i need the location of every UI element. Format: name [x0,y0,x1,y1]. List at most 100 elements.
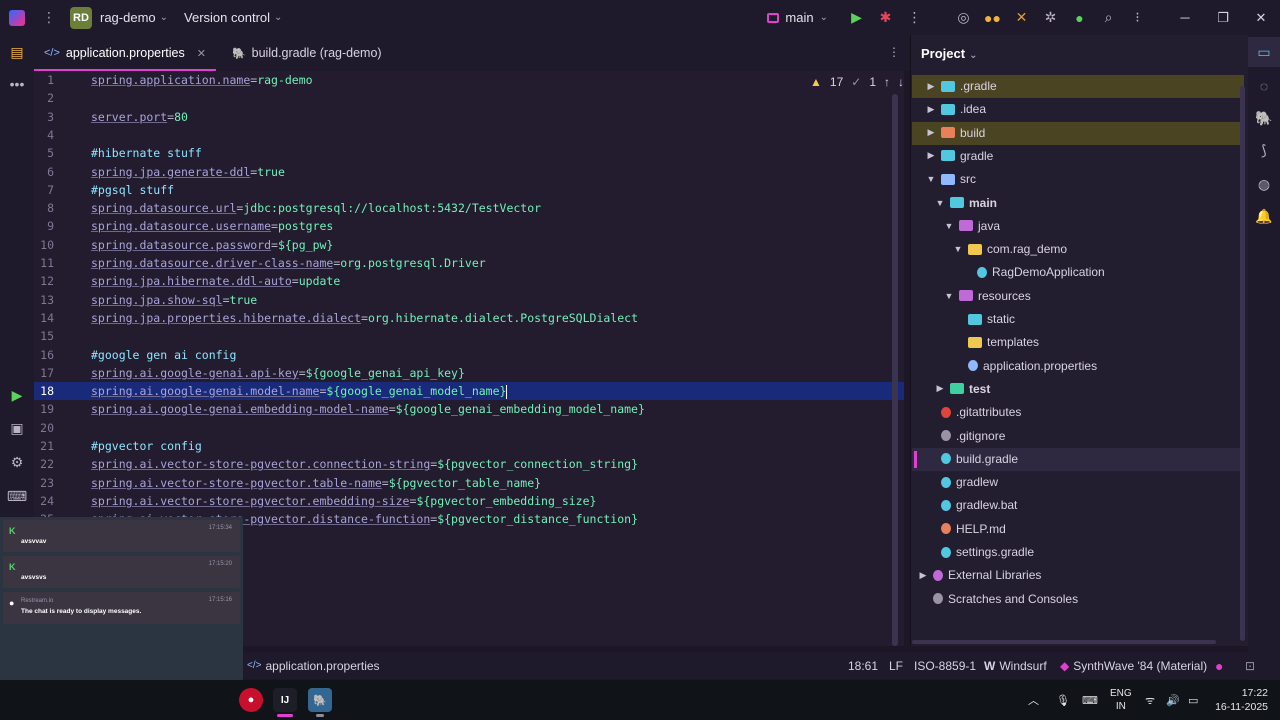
keyboard-icon[interactable]: ⌨ [1082,680,1098,720]
more-actions-icon[interactable]: ⋮ [900,0,929,35]
collapse-arrow-icon[interactable]: ▶ [918,570,928,581]
maximize-button[interactable]: ❐ [1204,0,1242,35]
gradle-tool-icon[interactable]: 🐘 [1248,103,1280,133]
code-line[interactable]: 12 spring.jpa.hibernate.ddl-auto=update [34,272,904,290]
tray-overflow-icon[interactable]: ︿ [1028,680,1039,720]
code-line[interactable]: 18 spring.ai.google-genai.model-name=${go… [34,382,904,401]
project-tree-item[interactable]: HELP.md [926,518,1006,540]
project-tree-item[interactable]: ▶ gradle [926,145,994,167]
project-tree-item[interactable]: ▼ main [935,192,997,214]
expand-arrow-icon[interactable]: ▼ [944,291,954,301]
collapse-arrow-icon[interactable]: ▶ [926,127,936,138]
copilot-icon[interactable]: ◍ [1248,169,1280,199]
tabs-menu-icon[interactable]: ⋮ [888,45,900,59]
app-icon-recorder[interactable]: ● [239,688,263,712]
project-view-icon[interactable]: ▤ [0,37,34,67]
tab-application-properties[interactable]: </> application.properties ✕ [34,35,216,71]
code-line[interactable]: 23 spring.ai.vector-store-pgvector.table-… [34,474,904,492]
services-icon[interactable]: ⚙ [0,447,34,477]
python-icon[interactable]: ⟆ [1248,135,1280,165]
notification-card[interactable]: ● Restream.io 17:15:16 The chat is ready… [3,592,240,624]
project-tree-item[interactable]: gradlew.bat [926,494,1017,516]
project-scrollbar[interactable] [1240,86,1245,641]
project-tree-item[interactable]: ▶ build [926,122,986,144]
main-menu-icon[interactable]: ⋮ [34,9,64,26]
project-tree-item[interactable]: ▼ java [944,215,1000,237]
notifications-icon[interactable]: 🔔 [1248,201,1280,231]
minimize-button[interactable]: ─ [1166,0,1204,35]
code-line[interactable]: 19 spring.ai.google-genai.embedding-model… [34,400,904,418]
project-horizontal-scrollbar[interactable] [912,640,1216,644]
volume-icon[interactable]: 🔊 [1166,680,1180,720]
code-line[interactable]: 8 spring.datasource.url=jdbc:postgresql:/… [34,199,904,217]
code-line[interactable]: 21 #pgvector config [34,437,904,455]
code-line[interactable]: 24 spring.ai.vector-store-pgvector.embedd… [34,492,904,510]
close-window-button[interactable]: ✕ [1242,0,1280,35]
settings-icon[interactable]: ⁝ [1123,0,1152,35]
project-tree-item[interactable]: static [953,308,1015,330]
code-line[interactable]: 17 spring.ai.google-genai.api-key=${googl… [34,364,904,382]
collapse-arrow-icon[interactable]: ▶ [935,383,945,394]
close-icon[interactable]: ✕ [197,47,206,60]
project-tree-item[interactable]: application.properties [953,355,1097,377]
project-tree-item[interactable]: templates [953,331,1039,353]
run-icon[interactable]: ▶ [842,0,871,35]
project-tree-item[interactable]: ▶ .idea [926,98,987,120]
code-line[interactable]: 20 [34,419,904,437]
editor-scrollbar[interactable] [892,94,898,646]
terminal-icon[interactable]: ▣ [0,413,34,443]
expand-arrow-icon[interactable]: ▼ [926,174,936,184]
expand-arrow-icon[interactable]: ▼ [944,221,954,231]
project-tree-item[interactable]: gradlew [926,471,998,493]
previous-highlight-icon[interactable]: ↑ [884,75,890,89]
caret-position[interactable]: 18:61 [848,652,878,679]
collapse-arrow-icon[interactable]: ▶ [926,104,936,115]
notification-card[interactable]: K 17:15:34 avsvvav [3,520,240,552]
code-with-me-icon[interactable]: ●● [978,0,1007,35]
more-tools-icon[interactable]: ••• [0,69,34,99]
code-line[interactable]: 9 spring.datasource.username=postgres [34,217,904,235]
app-icon-intellij[interactable]: IJ [273,688,297,712]
code-line[interactable]: 22 spring.ai.vector-store-pgvector.connec… [34,455,904,473]
code-line[interactable]: 4 [34,126,904,144]
clock[interactable]: 17:22 16-11-2025 [1215,686,1268,714]
windsurf-icon[interactable]: ◎ [949,0,978,35]
line-separator[interactable]: LF [889,652,903,679]
expand-arrow-icon[interactable]: ▼ [935,198,945,208]
tab-build-gradle[interactable]: 🐘 build.gradle (rag-demo) [222,35,392,71]
run-tool-icon[interactable]: ▶ [0,380,34,410]
project-tree-item[interactable]: ▶ test [935,378,991,400]
code-line[interactable]: 2 [34,89,904,107]
code-line[interactable]: 5 #hibernate stuff [34,144,904,162]
project-tree-item[interactable]: ▼ src [926,168,976,190]
microphone-icon[interactable]: 🎙 [1056,680,1070,720]
code-line[interactable]: 15 [34,327,904,345]
battery-icon[interactable]: ▭ [1188,680,1198,720]
project-tree-item[interactable]: ▼ com.rag_demo [953,238,1068,260]
branch-selector[interactable]: main ⌄ [767,10,828,25]
console-icon[interactable]: ⌨ [0,481,34,511]
theme-status[interactable]: ◆ SynthWave '84 (Material) [1060,652,1207,679]
code-line[interactable]: 7 #pgsql stuff [34,181,904,199]
search-icon[interactable]: ⌕ [1094,0,1123,35]
wifi-icon[interactable]: ᯤ [1145,680,1155,720]
project-tree-item[interactable]: ▶ External Libraries [918,564,1042,586]
breadcrumb-file[interactable]: </> application.properties [247,652,380,679]
code-line[interactable]: 11 spring.datasource.driver-class-name=or… [34,254,904,272]
collapse-arrow-icon[interactable]: ▶ [926,150,936,161]
project-selector[interactable]: rag-demo ⌄ [100,10,168,25]
inspection-widget[interactable]: ▲ 17 ✓ 1 ↑ ↓ [810,75,904,89]
read-only-lock-icon[interactable]: ⊡ [1245,652,1255,679]
notification-card[interactable]: K 17:15:20 avsvsvs [3,556,240,588]
plugin-icon[interactable]: ✲ [1036,0,1065,35]
language-indicator[interactable]: ENG IN [1110,687,1132,713]
code-line[interactable]: 1 spring.application.name=rag-demo [34,71,904,89]
build-tools-icon[interactable]: ✕ [1007,0,1036,35]
project-tree-item[interactable]: RagDemoApplication [962,261,1105,283]
project-tree-item[interactable]: .gitignore [926,425,1005,447]
project-tree-item[interactable]: Scratches and Consoles [918,588,1078,610]
code-line[interactable]: 16 #google gen ai config [34,346,904,364]
project-tree-item[interactable]: ▼ resources [944,285,1031,307]
ai-chat-icon[interactable]: ◌ [1248,71,1280,101]
project-tree-item[interactable]: settings.gradle [926,541,1034,563]
